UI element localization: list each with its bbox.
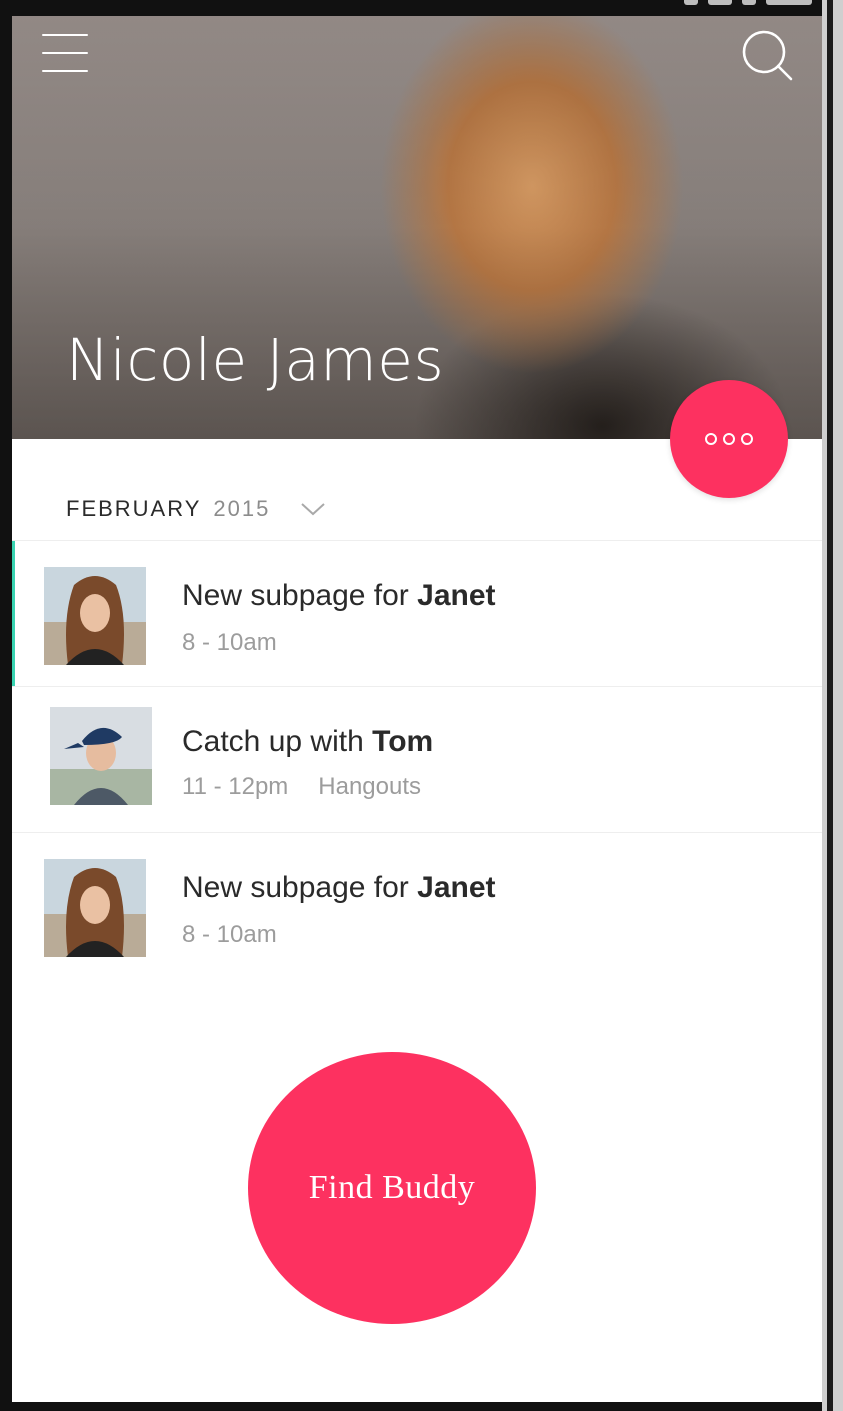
find-buddy-button[interactable]: Find Buddy (248, 1052, 536, 1324)
year-label: 2015 (213, 496, 271, 521)
title-person: Tom (372, 725, 434, 758)
more-dots-icon (705, 433, 753, 445)
agenda-item[interactable]: Catch up with Tom 11 - 12pm Hangouts (12, 686, 822, 832)
profile-hero: Nicole James (12, 16, 822, 439)
agenda-item[interactable]: New subpage for Janet 8 - 10am (12, 540, 822, 686)
menu-line (42, 70, 88, 72)
hamburger-menu-icon[interactable] (42, 32, 90, 74)
month-selector[interactable]: FEBRUARY 2015 (66, 496, 326, 522)
title-person: Janet (417, 871, 496, 904)
agenda-item-meta: 8 - 10am (182, 629, 277, 657)
clock-icon (766, 0, 812, 5)
search-icon[interactable] (740, 28, 794, 82)
device-frame: Nicole James FEBRUARY 2015 New subpage f… (0, 0, 843, 1411)
signal-icon (708, 0, 732, 5)
title-prefix: New subpage for (182, 871, 409, 904)
more-options-button[interactable] (670, 380, 788, 498)
agenda-item-location: Hangouts (318, 773, 422, 800)
app-screen: Nicole James FEBRUARY 2015 New subpage f… (12, 16, 822, 1402)
agenda-item-meta: 11 - 12pm Hangouts (182, 773, 421, 801)
tom-avatar (50, 707, 152, 805)
janet-avatar (44, 859, 146, 957)
title-person: Janet (417, 579, 496, 612)
agenda-item-time: 11 - 12pm (182, 773, 289, 800)
menu-line (42, 34, 88, 36)
profile-name: Nicole James (66, 326, 445, 394)
window-edge (822, 0, 843, 1411)
janet-avatar (44, 567, 146, 665)
menu-line (42, 52, 88, 54)
agenda-item[interactable]: New subpage for Janet 8 - 10am (12, 832, 822, 978)
find-buddy-label: Find Buddy (308, 1169, 476, 1206)
agenda-list: New subpage for Janet 8 - 10am Catch up … (12, 540, 822, 978)
wifi-icon (684, 0, 698, 5)
agenda-item-title: New subpage for Janet (182, 871, 496, 905)
title-prefix: New subpage for (182, 579, 409, 612)
title-prefix: Catch up with (182, 725, 364, 758)
agenda-item-title: Catch up with Tom (182, 725, 433, 759)
agenda-item-meta: 8 - 10am (182, 921, 277, 949)
agenda-item-time: 8 - 10am (182, 921, 277, 948)
agenda-item-time: 8 - 10am (182, 629, 277, 656)
agenda-item-title: New subpage for Janet (182, 579, 496, 613)
chevron-down-icon (301, 503, 326, 516)
battery-icon (742, 0, 756, 5)
status-bar (600, 0, 822, 12)
month-label: FEBRUARY (66, 496, 202, 521)
